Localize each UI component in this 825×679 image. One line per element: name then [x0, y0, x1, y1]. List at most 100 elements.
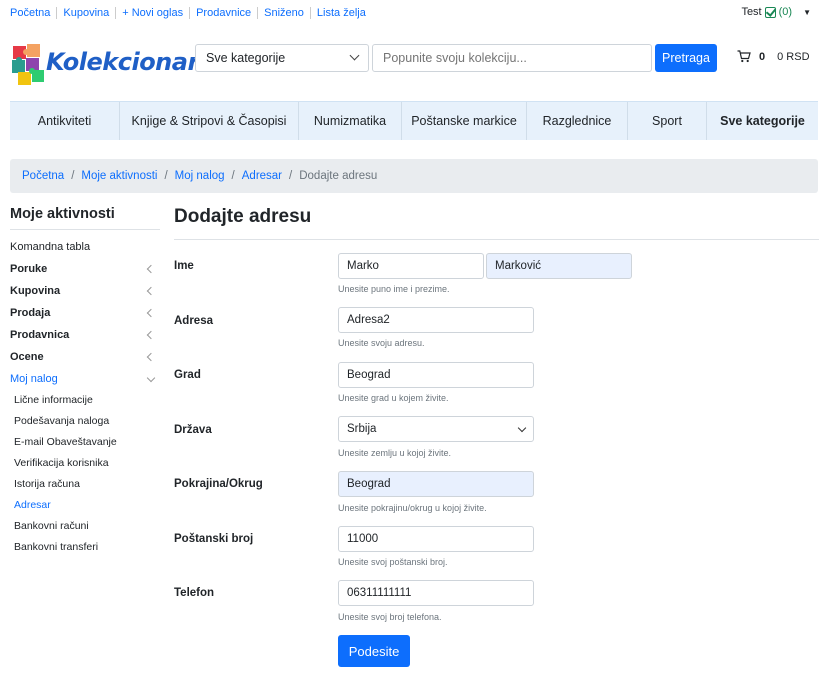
- top-link-shopping[interactable]: Kupovina: [57, 7, 117, 19]
- sidebar-sub-bank-transfers[interactable]: Bankovni transferi: [10, 537, 160, 558]
- sidebar-sub-account-settings[interactable]: Podešavanja naloga: [10, 411, 160, 432]
- search-input[interactable]: [372, 44, 652, 72]
- caret-down-icon[interactable]: ▼: [803, 8, 811, 17]
- chevron-down-icon: [146, 373, 156, 382]
- nav-numismatics[interactable]: Numizmatika: [299, 102, 402, 140]
- sidebar-item-shop[interactable]: Prodavnica: [10, 324, 160, 346]
- phone-label: Telefon: [174, 587, 215, 599]
- user-menu[interactable]: Test (0) ▼: [741, 6, 811, 18]
- nav-sport[interactable]: Sport: [628, 102, 707, 140]
- city-value: Beograd: [347, 369, 391, 381]
- logo[interactable]: Kolekcionari: [10, 40, 207, 88]
- chevron-left-icon: [146, 352, 156, 362]
- divider: [174, 239, 819, 240]
- category-select-value: Sve kategorije: [206, 51, 286, 65]
- zip-field[interactable]: 11000: [338, 526, 534, 552]
- submit-button[interactable]: Podesite: [338, 635, 410, 667]
- page-title: Dodajte adresu: [174, 206, 312, 227]
- cart-total: 0 RSD: [777, 50, 810, 63]
- nav-all-categories[interactable]: Sve kategorije: [707, 102, 818, 140]
- breadcrumb-separator: /: [71, 170, 75, 182]
- search-button[interactable]: Pretraga: [655, 44, 717, 72]
- phone-field[interactable]: 06311111111: [338, 580, 534, 606]
- last-name-field[interactable]: Marković: [486, 253, 632, 279]
- user-count: (0): [778, 6, 793, 18]
- zip-value: 11000: [347, 533, 379, 545]
- top-link-shops[interactable]: Prodavnice: [190, 7, 259, 19]
- first-name-value: Marko: [347, 260, 379, 272]
- breadcrumb-home[interactable]: Početna: [22, 170, 64, 182]
- zip-label: Poštanski broj: [174, 533, 254, 545]
- sidebar-item-label: Poruke: [10, 263, 48, 275]
- cart-count: 0: [759, 50, 766, 63]
- sidebar-item-label: Kupovina: [10, 285, 61, 297]
- sidebar-item-label: Prodavnica: [10, 329, 70, 341]
- user-name: Test: [741, 6, 762, 18]
- logo-text: Kolekcionari: [46, 48, 207, 76]
- chevron-left-icon: [146, 264, 156, 274]
- breadcrumb: Početna / Moje aktivnosti / Moj nalog / …: [10, 159, 818, 193]
- phone-help: Unesite svoj broj telefona.: [338, 612, 442, 622]
- sidebar: Moje aktivnosti Komandna tabla Poruke Ku…: [10, 206, 160, 558]
- breadcrumb-separator: /: [231, 170, 235, 182]
- sidebar-title: Moje aktivnosti: [10, 206, 160, 230]
- sidebar-sub-addressbook[interactable]: Adresar: [10, 495, 160, 516]
- region-help: Unesite pokrajinu/okrug u kojoj živite.: [338, 503, 487, 513]
- phone-value: 06311111111: [347, 587, 412, 599]
- sidebar-item-ratings[interactable]: Ocene: [10, 346, 160, 368]
- sidebar-item-shopping[interactable]: Kupovina: [10, 280, 160, 302]
- checkbox-icon: [764, 6, 776, 18]
- top-link-wishlist[interactable]: Lista želja: [311, 7, 372, 19]
- country-value: Srbija: [347, 423, 377, 435]
- city-field[interactable]: Beograd: [338, 362, 534, 388]
- cart-icon: [737, 50, 751, 63]
- first-name-field[interactable]: Marko: [338, 253, 484, 279]
- chevron-left-icon: [146, 330, 156, 340]
- chevron-down-icon: [517, 423, 527, 433]
- nav-books-comics[interactable]: Knjige & Stripovi & Časopisi: [120, 102, 299, 140]
- sidebar-item-my-account[interactable]: Moj nalog: [10, 368, 160, 390]
- category-nav: Antikviteti Knjige & Stripovi & Časopisi…: [10, 101, 818, 140]
- breadcrumb-separator: /: [289, 170, 293, 182]
- chevron-left-icon: [146, 286, 156, 296]
- address-value: Adresa2: [347, 314, 390, 326]
- breadcrumb-account[interactable]: Moj nalog: [175, 170, 225, 182]
- top-links: Početna Kupovina + Novi oglas Prodavnice…: [0, 7, 372, 19]
- top-link-new-ad[interactable]: + Novi oglas: [116, 7, 191, 19]
- city-label: Grad: [174, 369, 201, 381]
- puzzle-logo-icon: [12, 44, 44, 85]
- address-label: Adresa: [174, 315, 213, 327]
- country-label: Država: [174, 424, 212, 436]
- region-label: Pokrajina/Okrug: [174, 478, 263, 490]
- sidebar-sub-user-verification[interactable]: Verifikacija korisnika: [10, 453, 160, 474]
- sidebar-item-sales[interactable]: Prodaja: [10, 302, 160, 324]
- nav-postcards[interactable]: Razglednice: [527, 102, 628, 140]
- country-select[interactable]: Srbija: [338, 416, 534, 442]
- city-help: Unesite grad u kojem živite.: [338, 393, 449, 403]
- top-link-discounts[interactable]: Sniženo: [258, 7, 311, 19]
- cart[interactable]: 0 0 RSD: [737, 50, 810, 63]
- region-field[interactable]: Beograd: [338, 471, 534, 497]
- category-select[interactable]: Sve kategorije: [195, 44, 369, 72]
- sidebar-item-dashboard[interactable]: Komandna tabla: [10, 236, 160, 258]
- sidebar-item-messages[interactable]: Poruke: [10, 258, 160, 280]
- sidebar-sub-personal-info[interactable]: Lične informacije: [10, 390, 160, 411]
- breadcrumb-separator: /: [164, 170, 168, 182]
- name-label: Ime: [174, 260, 194, 272]
- sidebar-sub-account-history[interactable]: Istorija računa: [10, 474, 160, 495]
- nav-antiques[interactable]: Antikviteti: [10, 102, 120, 140]
- top-link-home[interactable]: Početna: [4, 7, 58, 19]
- name-help: Unesite puno ime i prezime.: [338, 284, 450, 294]
- sidebar-sub-email-notifications[interactable]: E-mail Obaveštavanje: [10, 432, 160, 453]
- region-value: Beograd: [347, 478, 391, 490]
- breadcrumb-addressbook[interactable]: Adresar: [242, 170, 282, 182]
- address-field[interactable]: Adresa2: [338, 307, 534, 333]
- nav-stamps[interactable]: Poštanske markice: [402, 102, 527, 140]
- breadcrumb-current: Dodajte adresu: [299, 170, 378, 182]
- last-name-value: Marković: [495, 260, 542, 272]
- sidebar-sub-bank-accounts[interactable]: Bankovni računi: [10, 516, 160, 537]
- top-bar: Početna Kupovina + Novi oglas Prodavnice…: [0, 0, 825, 26]
- country-help: Unesite zemlju u kojoj živite.: [338, 448, 452, 458]
- sidebar-item-label: Moj nalog: [10, 373, 58, 385]
- breadcrumb-activities[interactable]: Moje aktivnosti: [81, 170, 157, 182]
